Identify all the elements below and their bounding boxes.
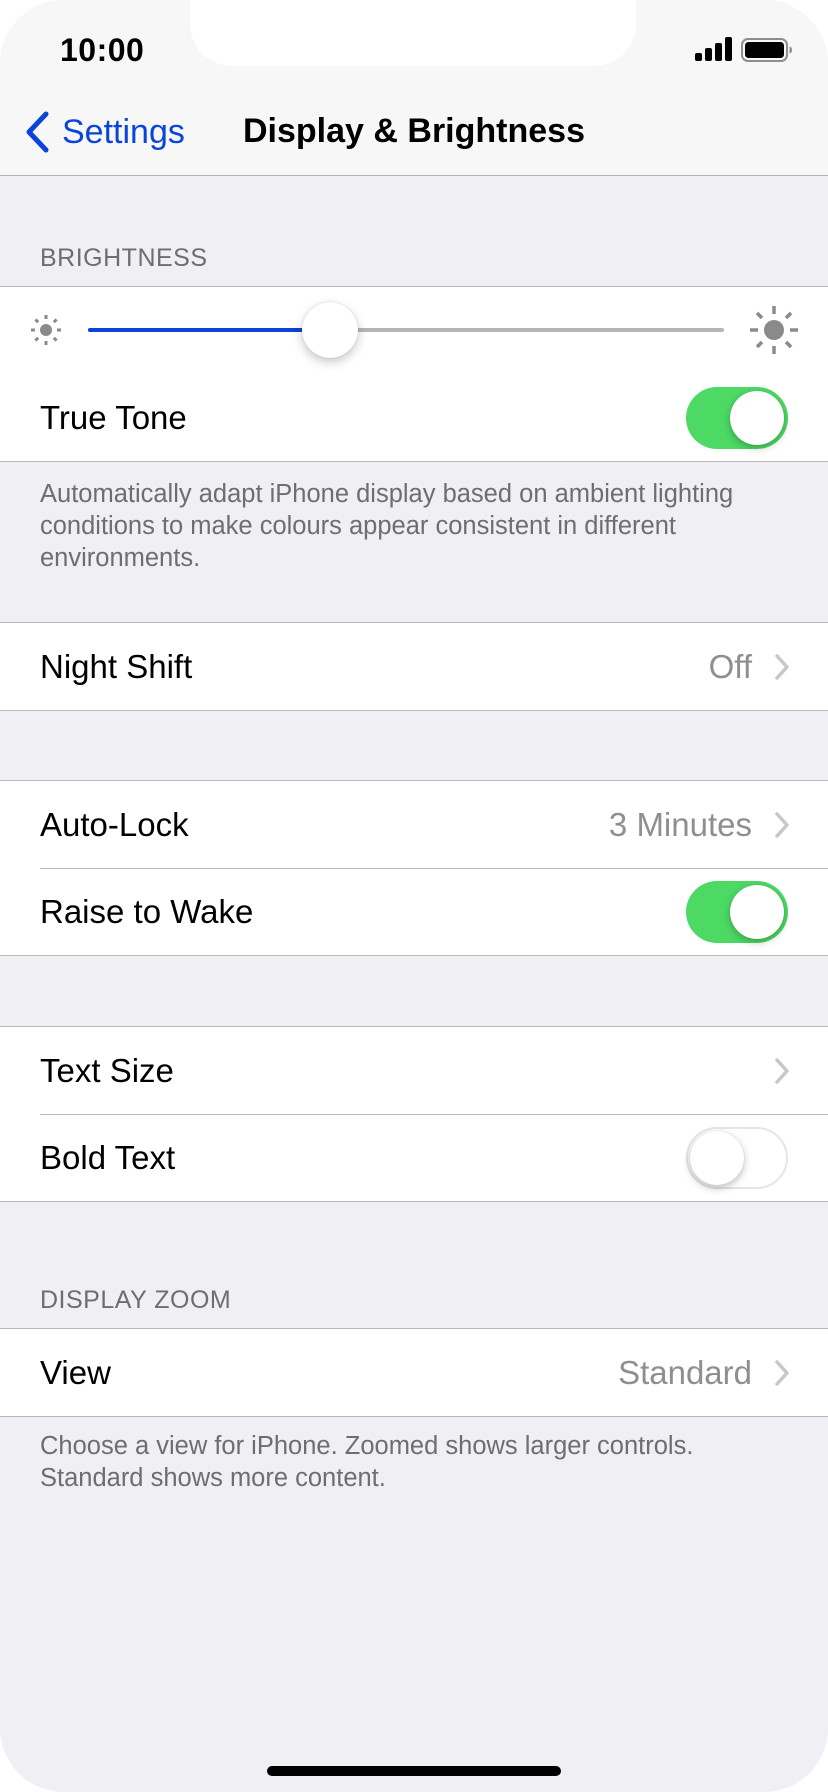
night-shift-group: Night Shift Off [0,622,828,711]
home-indicator[interactable] [267,1766,561,1776]
brightness-slider-thumb[interactable] [301,302,358,358]
section-header-display-zoom: DISPLAY ZOOM [40,1286,232,1314]
night-shift-value: Off [708,647,752,685]
status-time: 10:00 [60,32,145,68]
lock-group: Auto-Lock 3 Minutes Raise to Wake [0,780,828,956]
brightness-slider[interactable] [88,302,724,358]
sun-large-icon [750,306,798,354]
bold-text-row: Bold Text [0,1114,828,1201]
bold-text-toggle[interactable] [686,1126,788,1189]
section-header-brightness: BRIGHTNESS [40,244,208,272]
brightness-slider-row [0,287,828,374]
auto-lock-row[interactable]: Auto-Lock 3 Minutes [0,781,828,868]
view-value: Standard [618,1353,752,1391]
display-zoom-group: View Standard [0,1328,828,1417]
true-tone-row: True Tone [0,374,828,461]
chevron-right-icon [775,1359,789,1386]
sun-small-icon [31,315,61,345]
raise-to-wake-row: Raise to Wake [0,868,828,955]
text-group: Text Size Bold Text [0,1026,828,1202]
auto-lock-label: Auto-Lock [40,805,189,843]
bold-text-label: Bold Text [40,1138,176,1176]
text-size-row[interactable]: Text Size [0,1027,828,1114]
screen: 10:00 Settings Display & Brightness BRIG… [0,0,828,1792]
cellular-signal-icon [695,37,732,61]
page-title: Display & Brightness [243,112,585,150]
chevron-right-icon [775,811,789,838]
true-tone-description: Automatically adapt iPhone display based… [40,480,734,572]
view-row[interactable]: View Standard [0,1329,828,1416]
true-tone-toggle[interactable] [686,386,788,449]
view-label: View [40,1353,111,1391]
auto-lock-value: 3 Minutes [608,805,752,843]
toggle-knob [730,390,784,445]
toggle-knob [730,884,784,939]
true-tone-label: True Tone [40,398,187,436]
chevron-right-icon [775,1057,789,1084]
night-shift-row[interactable]: Night Shift Off [0,623,828,710]
brightness-group: True Tone [0,286,828,462]
display-zoom-description: Choose a view for iPhone. Zoomed shows l… [40,1432,694,1492]
toggle-knob [690,1130,744,1185]
raise-to-wake-label: Raise to Wake [40,892,254,930]
device-notch [190,0,636,66]
text-size-label: Text Size [40,1051,174,1089]
battery-full-icon [741,38,792,62]
night-shift-label: Night Shift [40,647,193,685]
brightness-slider-fill [88,328,330,332]
chevron-right-icon [775,653,789,680]
raise-to-wake-toggle[interactable] [686,880,788,943]
